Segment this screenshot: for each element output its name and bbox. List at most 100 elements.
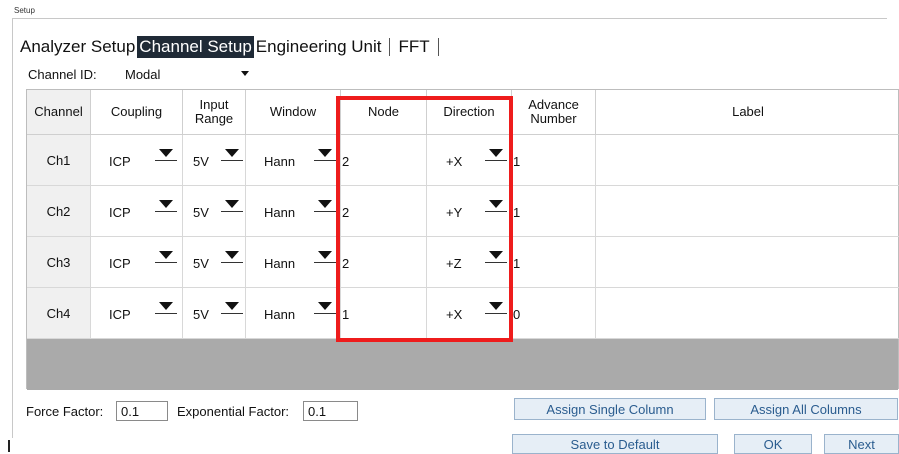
tab-analyzer-setup[interactable]: Analyzer Setup	[18, 36, 137, 58]
coupling-value: ICP	[109, 307, 131, 322]
next-button[interactable]: Next	[824, 434, 899, 454]
header-label: Label	[596, 90, 899, 135]
direction-value: +Y	[446, 205, 463, 220]
window-select[interactable]: Hann	[246, 288, 341, 339]
header-advance-line1: Advance	[528, 97, 579, 112]
coupling-select[interactable]: ICP	[91, 237, 183, 288]
table-empty-area	[27, 339, 898, 390]
header-input-range-line1: Input	[199, 97, 229, 112]
direction-value: +X	[446, 307, 463, 322]
range-select[interactable]: 5V	[183, 135, 246, 186]
node-field[interactable]: 1	[341, 288, 427, 339]
advance-value: 1	[513, 256, 521, 271]
dropdown-arrow-icon	[221, 145, 243, 161]
dropdown-arrow-icon	[485, 145, 507, 161]
dropdown-arrow-icon	[314, 298, 336, 314]
dropdown-arrow-icon	[155, 145, 177, 161]
advance-field[interactable]: 1	[512, 237, 596, 288]
node-field[interactable]: 2	[341, 135, 427, 186]
coupling-select[interactable]: ICP	[91, 135, 183, 186]
window-select[interactable]: Hann	[246, 135, 341, 186]
tab-bar: Analyzer Setup Channel Setup Engineering…	[18, 36, 445, 58]
node-field[interactable]: 2	[341, 186, 427, 237]
header-coupling: Coupling	[91, 90, 183, 135]
header-advance-number: Advance Number	[512, 90, 596, 135]
window-value: Hann	[264, 205, 296, 220]
range-value: 5V	[193, 256, 209, 271]
channel-id-value: Modal	[125, 66, 161, 82]
exponential-factor-input[interactable]: 0.1	[303, 401, 358, 421]
label-field[interactable]	[596, 186, 899, 237]
range-select[interactable]: 5V	[183, 288, 246, 339]
dropdown-arrow-icon	[155, 196, 177, 212]
assign-all-columns-button[interactable]: Assign All Columns	[714, 398, 898, 420]
dropdown-arrow-icon	[485, 196, 507, 212]
direction-select[interactable]: +X	[427, 135, 512, 186]
dropdown-arrow-icon	[314, 247, 336, 263]
window-value: Hann	[264, 307, 296, 322]
header-channel: Channel	[27, 90, 91, 135]
node-value: 2	[342, 154, 350, 169]
dropdown-arrow-icon	[221, 298, 243, 314]
direction-select[interactable]: +Z	[427, 237, 512, 288]
force-factor-value: 0.1	[121, 404, 140, 419]
range-value: 5V	[193, 154, 209, 169]
direction-select[interactable]: +Y	[427, 186, 512, 237]
label-field[interactable]	[596, 237, 899, 288]
direction-value: +X	[446, 154, 463, 169]
advance-field[interactable]: 1	[512, 186, 596, 237]
dropdown-arrow-icon	[221, 247, 243, 263]
advance-value: 0	[513, 307, 521, 322]
dropdown-arrow-icon	[221, 196, 243, 212]
direction-select[interactable]: +X	[427, 288, 512, 339]
row-header-ch4: Ch4	[27, 288, 91, 339]
assign-single-column-button[interactable]: Assign Single Column	[514, 398, 706, 420]
dropdown-arrow-icon	[485, 247, 507, 263]
node-field[interactable]: 2	[341, 237, 427, 288]
label-field[interactable]	[596, 288, 899, 339]
row-header-ch2: Ch2	[27, 186, 91, 237]
header-node: Node	[341, 90, 427, 135]
tab-channel-setup[interactable]: Channel Setup	[137, 36, 254, 58]
range-value: 5V	[193, 205, 209, 220]
exponential-factor-label: Exponential Factor:	[177, 404, 290, 419]
window-select[interactable]: Hann	[246, 186, 341, 237]
channel-id-label: Channel ID:	[28, 67, 97, 82]
header-input-range-line2: Range	[194, 111, 234, 126]
channel-table: Channel Coupling Input Range Window Node …	[26, 89, 899, 390]
exponential-factor-value: 0.1	[308, 404, 327, 419]
chevron-down-icon	[241, 71, 249, 76]
header-direction: Direction	[427, 90, 512, 135]
tab-separator	[437, 38, 439, 56]
window-value: Hann	[264, 154, 296, 169]
advance-field[interactable]: 0	[512, 288, 596, 339]
header-input-range: Input Range	[183, 90, 246, 135]
coupling-select[interactable]: ICP	[91, 186, 183, 237]
tab-engineering-unit[interactable]: Engineering Unit	[254, 36, 384, 58]
dropdown-arrow-icon	[485, 298, 507, 314]
header-window: Window	[246, 90, 341, 135]
advance-field[interactable]: 1	[512, 135, 596, 186]
force-factor-input[interactable]: 0.1	[116, 401, 168, 421]
node-value: 2	[342, 256, 350, 271]
coupling-value: ICP	[109, 205, 131, 220]
advance-value: 1	[513, 205, 521, 220]
ok-button[interactable]: OK	[734, 434, 812, 454]
row-header-ch1: Ch1	[27, 135, 91, 186]
label-field[interactable]	[596, 135, 899, 186]
left-border	[12, 18, 13, 438]
range-select[interactable]: 5V	[183, 186, 246, 237]
row-header-ch3: Ch3	[27, 237, 91, 288]
coupling-value: ICP	[109, 154, 131, 169]
tab-fft[interactable]: FFT	[396, 36, 431, 58]
left-tick	[8, 440, 10, 452]
channel-id-select[interactable]: Modal	[121, 65, 257, 83]
tab-separator	[389, 38, 391, 56]
coupling-select[interactable]: ICP	[91, 288, 183, 339]
window-select[interactable]: Hann	[246, 237, 341, 288]
dropdown-arrow-icon	[314, 145, 336, 161]
save-to-default-button[interactable]: Save to Default	[512, 434, 718, 454]
range-select[interactable]: 5V	[183, 237, 246, 288]
dropdown-arrow-icon	[155, 298, 177, 314]
window-title: Setup	[14, 6, 35, 15]
